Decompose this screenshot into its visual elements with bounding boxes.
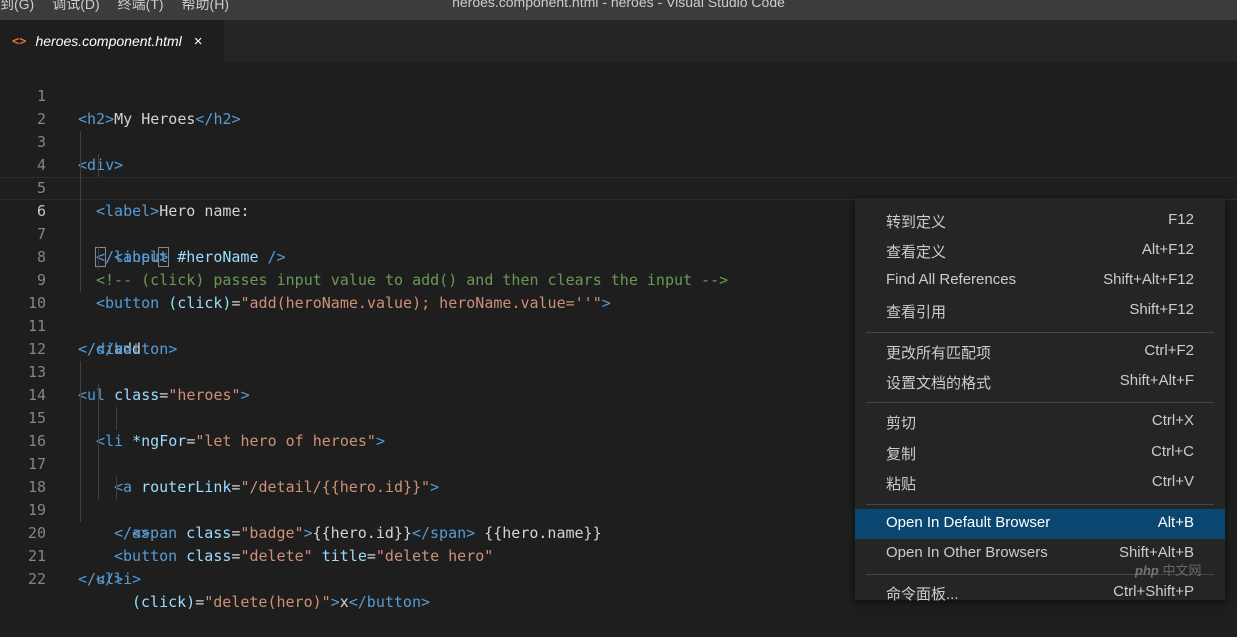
indent-guide [80, 476, 81, 499]
menu-item-shortcut: F12 [1168, 211, 1194, 228]
watermark: php 中文网 [1135, 560, 1201, 579]
indent-guide [98, 430, 99, 453]
menu-item-label: Open In Other Browsers [886, 544, 1048, 561]
indent-guide [98, 476, 99, 499]
indent-guide [80, 384, 81, 407]
line-content: </ul> [78, 570, 124, 588]
indent-guide [80, 177, 81, 200]
menu-item-change-all-occurrences[interactable]: 更改所有匹配项 Ctrl+F2 [855, 337, 1225, 367]
tab-strip: <> heroes.component.html × [0, 20, 1237, 62]
menu-item-open-in-default-browser[interactable]: Open In Default Browser Alt+B [855, 509, 1225, 539]
html-file-icon: <> [12, 34, 27, 48]
indent-guide [80, 131, 81, 154]
code-line: 2 [0, 85, 1237, 128]
title-bar: 到(G) 调试(D) 终端(T) 帮助(H) heroes.component.… [0, 0, 1237, 20]
menu-item-shortcut: Alt+F12 [1141, 241, 1194, 258]
menu-item-shortcut: Ctrl+C [1151, 443, 1194, 460]
indent-guide [98, 154, 99, 177]
code-line-current: 6 </label> [0, 177, 1237, 267]
indent-guide [116, 476, 117, 499]
menu-item-shortcut: Ctrl+V [1151, 473, 1194, 490]
menu-item-label: Open In Default Browser [886, 514, 1051, 531]
watermark-brand: php [1135, 563, 1159, 578]
close-icon[interactable]: × [194, 33, 203, 50]
indent-guide [80, 200, 81, 223]
menu-separator [866, 402, 1214, 403]
menu-item-shortcut: Ctrl+F2 [1144, 342, 1194, 359]
indent-guide [80, 453, 81, 476]
code-line: 3 <div> [0, 108, 1237, 174]
menu-item-shortcut: Shift+Alt+B [1118, 544, 1194, 561]
indent-guide [98, 246, 99, 269]
menu-item-label: 命令面板... [886, 586, 959, 603]
menu-item-shortcut: Alt+B [1157, 514, 1194, 531]
indent-guide [80, 269, 81, 292]
indent-guide [98, 384, 99, 407]
tab-label: heroes.component.html [35, 33, 182, 49]
menu-item-label: 设置文档的格式 [886, 375, 992, 392]
menu-item-cut[interactable]: 剪切 Ctrl+X [855, 407, 1225, 437]
menu-item-label: 转到定义 [886, 214, 947, 231]
indent-guide [80, 246, 81, 269]
menu-item-label: 更改所有匹配项 [886, 345, 992, 362]
code-line: 5 <input #heroName /> [0, 154, 1237, 266]
menu-item-shortcut: Ctrl+X [1151, 412, 1194, 429]
menu-item-find-all-references[interactable]: Find All References Shift+Alt+F12 [855, 266, 1225, 296]
menu-item-shortcut: Ctrl+Shift+P [1113, 583, 1194, 600]
menu-item-label: 查看定义 [886, 244, 947, 261]
indent-guide [80, 407, 81, 430]
indent-guide [80, 361, 81, 384]
menu-item-copy[interactable]: 复制 Ctrl+C [855, 438, 1225, 468]
indent-guide [98, 453, 99, 476]
window-title: heroes.component.html - heroes - Visual … [452, 0, 785, 10]
menu-item-peek-references[interactable]: 查看引用 Shift+F12 [855, 296, 1225, 326]
line-number: 22 [27, 570, 46, 588]
code-line: 4 <label>Hero name: [0, 131, 1237, 220]
menu-item-paste[interactable]: 粘贴 Ctrl+V [855, 468, 1225, 498]
indent-guide [116, 407, 117, 430]
menu-item-go-to-definition[interactable]: 转到定义 F12 [855, 206, 1225, 236]
watermark-text: 中文网 [1162, 563, 1202, 578]
menu-item-label: 剪切 [886, 415, 917, 432]
tab-heroes-component-html[interactable]: <> heroes.component.html × [0, 20, 224, 62]
menu-item-shortcut: Shift+F12 [1129, 301, 1194, 318]
indent-guide [80, 430, 81, 453]
indent-guide [80, 499, 81, 522]
indent-guide [80, 223, 81, 246]
menu-separator [866, 504, 1214, 505]
menu-item-label: Find All References [886, 271, 1017, 288]
indent-guide [80, 154, 81, 177]
menu-item-label: 查看引用 [886, 304, 947, 321]
line-content: (click)="delete(hero)">x</button> [132, 593, 431, 611]
indent-guide [98, 407, 99, 430]
menu-item-label: 复制 [886, 446, 917, 463]
menu-item-command-palette[interactable]: 命令面板... Ctrl+Shift+P [855, 578, 1225, 608]
menu-separator [866, 332, 1214, 333]
menu-item-format-document[interactable]: 设置文档的格式 Shift+Alt+F [855, 367, 1225, 397]
menu-item-peek-definition[interactable]: 查看定义 Alt+F12 [855, 236, 1225, 266]
context-menu: 转到定义 F12 查看定义 Alt+F12 Find All Reference… [855, 198, 1225, 603]
menu-item-shortcut: Shift+Alt+F12 [1103, 271, 1194, 288]
code-line: 1 <h2>My Heroes</h2> [0, 62, 1237, 128]
menu-item-label: 粘贴 [886, 476, 917, 493]
menu-item-shortcut: Shift+Alt+F [1119, 372, 1194, 389]
